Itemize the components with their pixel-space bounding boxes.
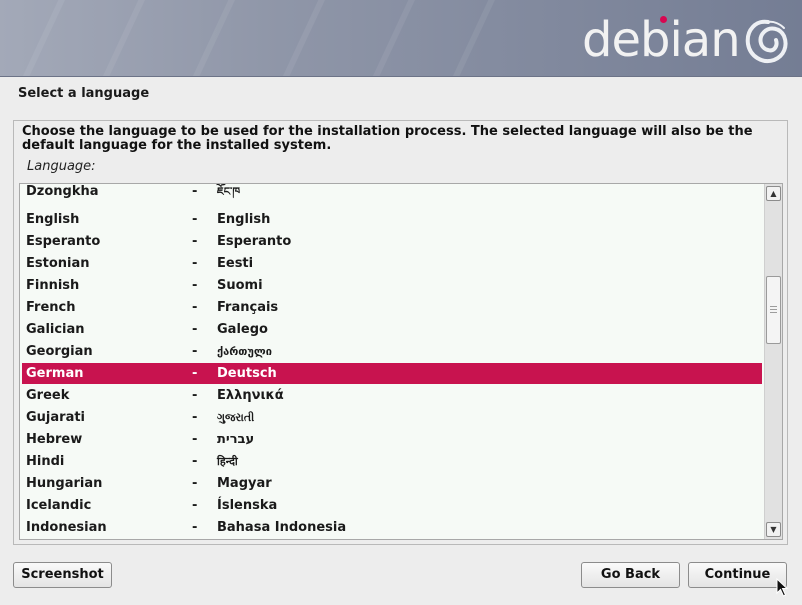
language-native-name: Deutsch xyxy=(217,366,277,381)
language-native-name: Bahasa Indonesia xyxy=(217,520,347,535)
language-option-greek[interactable]: Greek - Ελληνικά xyxy=(22,385,762,406)
language-option-hindi[interactable]: Hindi - हिन्दी xyxy=(22,451,762,472)
language-panel: Choose the language to be used for the i… xyxy=(13,120,788,545)
language-native-name: हिन्दी xyxy=(217,455,238,468)
arrow-down-icon[interactable]: ▼ xyxy=(766,522,781,537)
language-option-estonian[interactable]: Estonian - Eesti xyxy=(22,253,762,274)
language-option-german[interactable]: German - Deutsch xyxy=(22,363,762,384)
language-name: Hungarian xyxy=(26,476,103,491)
language-native-name: Eesti xyxy=(217,256,254,271)
language-name: French xyxy=(26,300,76,315)
page-title: Select a language xyxy=(18,86,150,101)
language-native-name: Suomi xyxy=(217,278,263,293)
mouse-pointer-icon xyxy=(776,578,789,597)
language-native-name: Magyar xyxy=(217,476,272,491)
language-field-label: Language: xyxy=(27,159,96,174)
language-scrollbar[interactable]: ▲ ▼ xyxy=(764,184,782,539)
language-name: Finnish xyxy=(26,278,80,293)
language-native-name: Esperanto xyxy=(217,234,292,249)
language-option-gujarati[interactable]: Gujarati - ગુજરાતી xyxy=(22,407,762,428)
arrow-up-icon[interactable]: ▲ xyxy=(766,186,781,201)
language-separator: - xyxy=(192,234,198,249)
language-separator: - xyxy=(192,366,198,381)
language-name: Hindi xyxy=(26,454,65,469)
header-banner: debian xyxy=(0,0,802,77)
language-separator: - xyxy=(192,498,198,513)
language-name: Icelandic xyxy=(26,498,92,513)
language-name: Hebrew xyxy=(26,432,83,447)
language-separator: - xyxy=(192,388,198,403)
language-option-finnish[interactable]: Finnish - Suomi xyxy=(22,275,762,296)
language-name: Dzongkha xyxy=(26,184,99,199)
language-separator: - xyxy=(192,256,198,271)
instruction-text: Choose the language to be used for the i… xyxy=(22,124,753,153)
language-separator: - xyxy=(192,212,198,227)
language-native-name: Ελληνικά xyxy=(217,388,284,403)
language-name: Estonian xyxy=(26,256,90,271)
language-option-hebrew[interactable]: Hebrew - עברית xyxy=(22,429,762,450)
language-option-french[interactable]: French - Français xyxy=(22,297,762,318)
language-name: Galician xyxy=(26,322,85,337)
language-separator: - xyxy=(192,410,198,425)
language-native-name: Íslenska xyxy=(217,498,278,513)
language-separator: - xyxy=(192,432,198,447)
language-native-name: ཇོང་ཁ xyxy=(217,185,241,198)
language-native-name: עברית xyxy=(217,432,255,447)
language-name: Georgian xyxy=(26,344,93,359)
language-native-name: Français xyxy=(217,300,279,315)
language-native-name: Galego xyxy=(217,322,268,337)
debian-swirl-icon xyxy=(745,19,788,63)
language-separator: - xyxy=(192,476,198,491)
language-separator: - xyxy=(192,520,198,535)
language-option-esperanto[interactable]: Esperanto - Esperanto xyxy=(22,231,762,252)
language-separator: - xyxy=(192,184,198,199)
language-option-english[interactable]: English - English xyxy=(22,209,762,230)
language-option-indonesian[interactable]: Indonesian - Bahasa Indonesia xyxy=(22,517,762,538)
language-separator: - xyxy=(192,454,198,469)
language-separator: - xyxy=(192,322,198,337)
language-name: German xyxy=(26,366,84,381)
language-option-dzongkha[interactable]: Dzongkha - ཇོང་ཁ xyxy=(22,184,762,202)
language-separator: - xyxy=(192,300,198,315)
language-name: Esperanto xyxy=(26,234,101,249)
continue-button[interactable]: Continue xyxy=(688,562,787,588)
language-name: Gujarati xyxy=(26,410,86,425)
language-option-hungarian[interactable]: Hungarian - Magyar xyxy=(22,473,762,494)
screenshot-button[interactable]: Screenshot xyxy=(13,562,112,588)
language-native-name: ગુજરાતી xyxy=(217,411,255,424)
language-option-georgian[interactable]: Georgian - ქართული xyxy=(22,341,762,362)
language-option-icelandic[interactable]: Icelandic - Íslenska xyxy=(22,495,762,516)
language-separator: - xyxy=(192,344,198,359)
go-back-button[interactable]: Go Back xyxy=(581,562,680,588)
language-listbox[interactable]: Dzongkha - ཇོང་ཁ English - English Esperanto - E… xyxy=(19,183,783,540)
debian-wordmark-dot xyxy=(660,16,667,23)
language-name: Greek xyxy=(26,388,70,403)
language-separator: - xyxy=(192,278,198,293)
language-native-name: ქართული xyxy=(217,345,272,358)
language-native-name: English xyxy=(217,212,271,227)
language-option-galician[interactable]: Galician - Galego xyxy=(22,319,762,340)
scrollbar-thumb[interactable] xyxy=(766,276,781,344)
language-name: English xyxy=(26,212,80,227)
language-name: Indonesian xyxy=(26,520,107,535)
